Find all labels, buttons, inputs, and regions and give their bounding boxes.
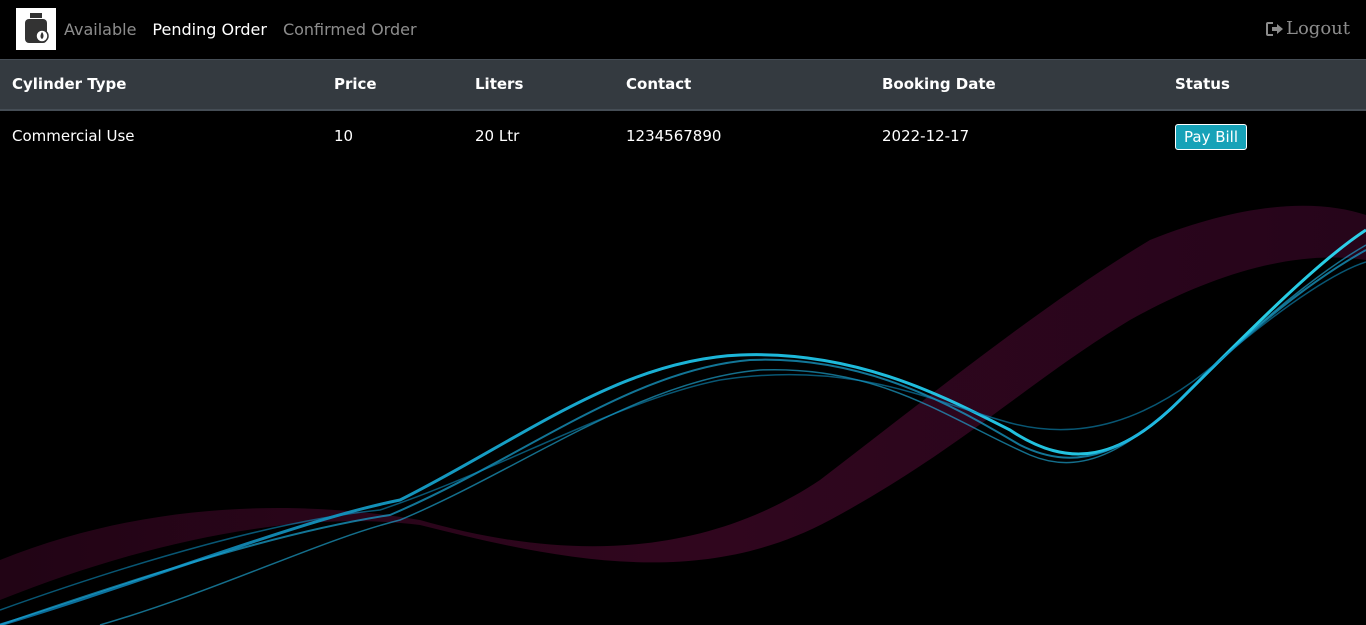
orders-table: Cylinder Type Price Liters Contact Booki…: [0, 59, 1366, 161]
column-header-liters: Liters: [463, 59, 614, 111]
orders-table-container: Cylinder Type Price Liters Contact Booki…: [0, 59, 1366, 161]
column-header-status: Status: [1163, 59, 1366, 111]
table-row: Commercial Use 10 20 Ltr 1234567890 2022…: [0, 110, 1366, 161]
column-header-price: Price: [322, 59, 463, 111]
top-navbar: Available Pending Order Confirmed Order …: [0, 0, 1366, 59]
cell-price: 10: [334, 126, 354, 145]
cell-liters: 20 Ltr: [475, 126, 520, 145]
gas-cylinder-icon: [25, 13, 49, 43]
cell-status: Pay Bill: [1163, 110, 1366, 161]
nav-link-available[interactable]: Available: [64, 20, 136, 40]
logout-link[interactable]: Logout: [1266, 18, 1350, 39]
nav-link-confirmed-order[interactable]: Confirmed Order: [283, 20, 417, 40]
pay-bill-button[interactable]: Pay Bill: [1175, 123, 1248, 150]
page: Available Pending Order Confirmed Order …: [0, 0, 1366, 625]
nav-link-pending-order[interactable]: Pending Order: [152, 20, 267, 40]
table-header-row: Cylinder Type Price Liters Contact Booki…: [0, 59, 1366, 111]
column-header-contact: Contact: [614, 59, 870, 111]
cell-booking-date: 2022-12-17: [882, 126, 970, 145]
nav-links: Available Pending Order Confirmed Order: [64, 20, 417, 40]
logout-label: Logout: [1286, 18, 1350, 39]
brand-logo[interactable]: [16, 8, 56, 50]
cell-cylinder-type: Commercial Use: [12, 126, 135, 145]
column-header-cylinder-type: Cylinder Type: [0, 59, 322, 111]
column-header-booking-date: Booking Date: [870, 59, 1163, 111]
sign-out-icon: [1266, 21, 1284, 36]
cell-contact: 1234567890: [626, 126, 722, 145]
